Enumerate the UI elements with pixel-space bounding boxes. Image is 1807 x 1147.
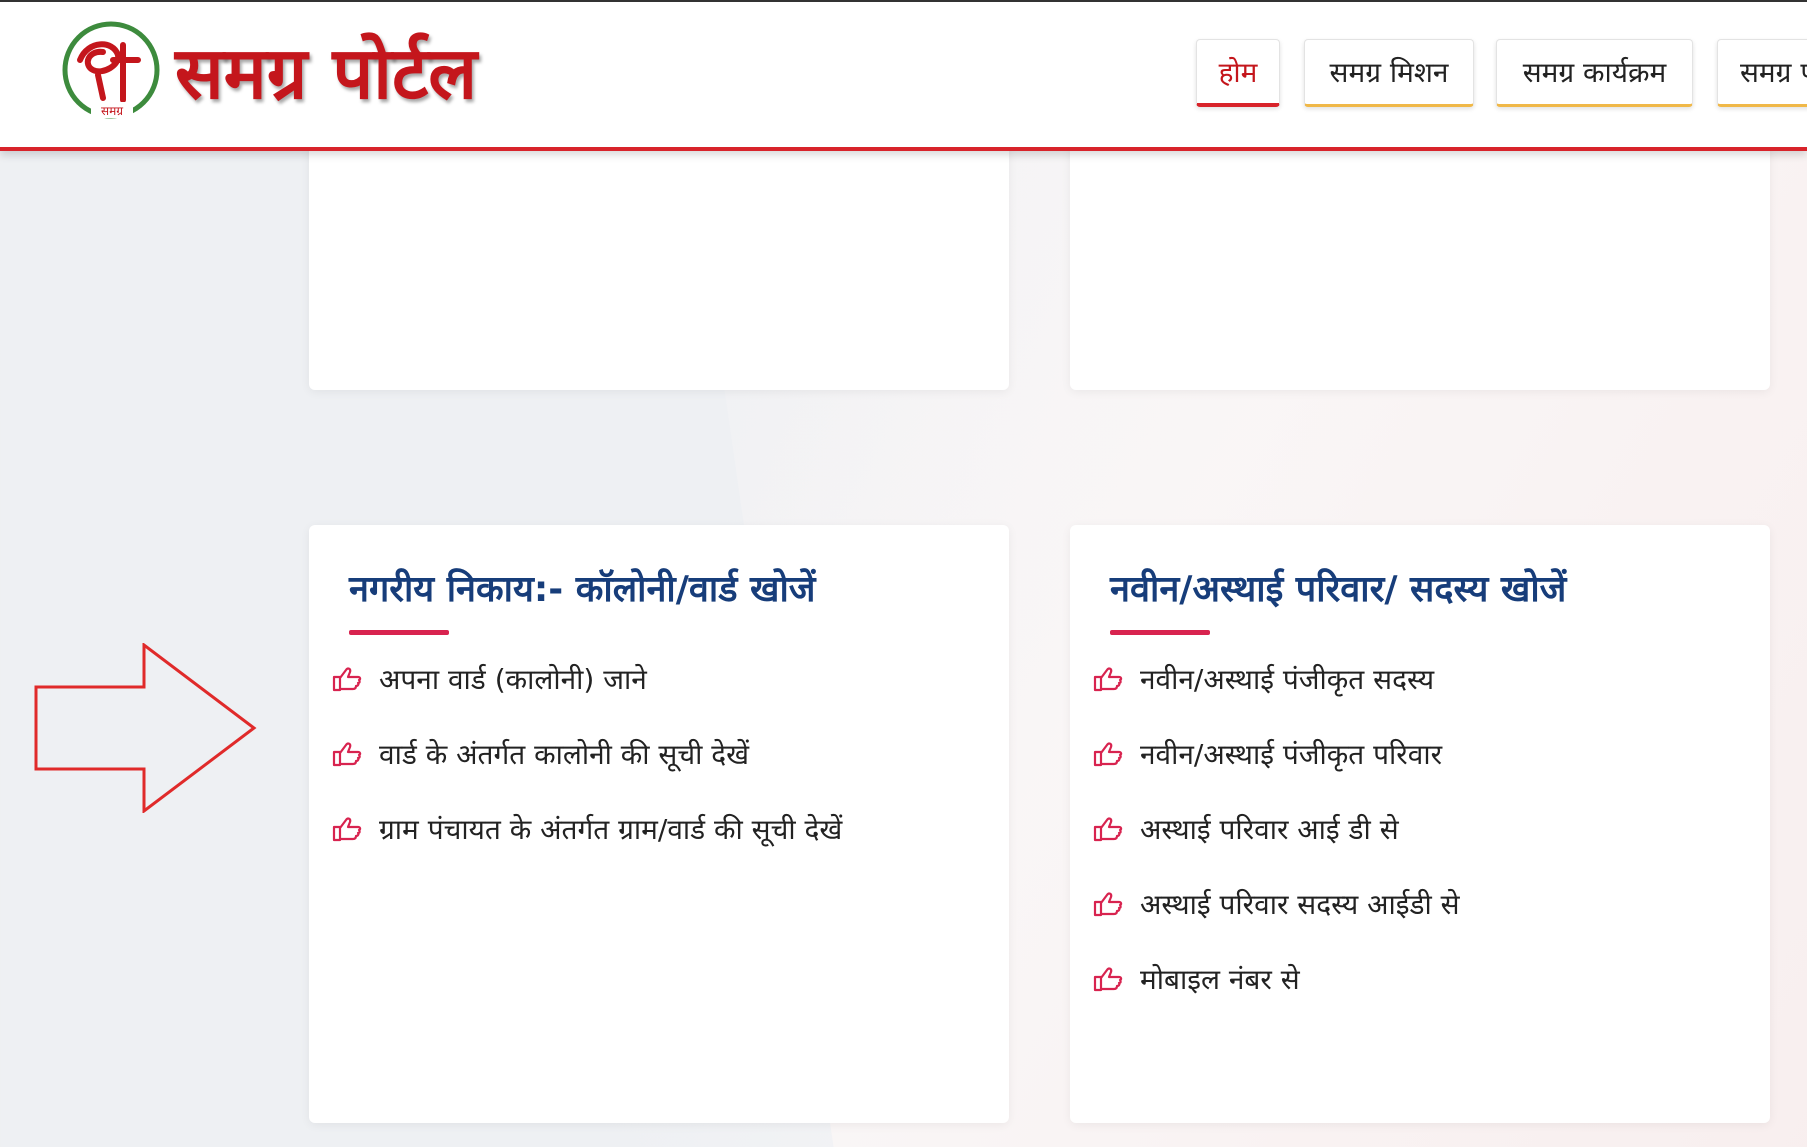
list-item[interactable]: अपना वार्ड (कालोनी) जाने [331, 660, 647, 698]
pointing-hand-icon [1093, 742, 1123, 767]
list-item[interactable]: अस्थाई परिवार आई डी से [1092, 810, 1399, 848]
samagra-logo-icon[interactable]: समग्र [58, 20, 164, 126]
list-item[interactable]: नवीन/अस्थाई पंजीकृत सदस्य [1092, 660, 1434, 698]
site-header: समग्र समग्र पोर्टल होम समग्र मिशन समग्र … [0, 0, 1807, 151]
list-item-label: वार्ड के अंतर्गत कालोनी की सूची देखें [379, 738, 750, 771]
list-item[interactable]: अस्थाई परिवार सदस्य आईडी से [1092, 885, 1460, 923]
pointing-hand-icon [332, 742, 362, 767]
list-item-label: नवीन/अस्थाई पंजीकृत सदस्य [1140, 663, 1435, 696]
right-arrow-icon [34, 643, 257, 813]
nav-samagra-program[interactable]: समग्र कार्यक्रम [1496, 39, 1693, 107]
title-underline [349, 630, 449, 635]
list-item[interactable]: वार्ड के अंतर्गत कालोनी की सूची देखें [331, 735, 749, 773]
list-item-label: नवीन/अस्थाई पंजीकृत परिवार [1140, 738, 1443, 771]
title-underline [1110, 630, 1210, 635]
pointing-hand-icon [1093, 892, 1123, 917]
pointing-hand-icon [332, 817, 362, 842]
site-brand-title[interactable]: समग्र पोर्टल [175, 22, 477, 120]
nav-samagra-more[interactable]: समग्र प [1717, 39, 1807, 107]
logo-caption: समग्र [101, 104, 123, 118]
list-item-label: अपना वार्ड (कालोनी) जाने [379, 663, 647, 696]
pointing-hand-icon [1093, 667, 1123, 692]
pointing-hand-icon [332, 667, 362, 692]
nav-home[interactable]: होम [1196, 39, 1280, 107]
card-top-right [1070, 120, 1770, 390]
card-temp-family-search: नवीन/अस्थाई परिवार/ सदस्य खोजें नवीन/अस्… [1070, 525, 1770, 1123]
list-item-label: ग्राम पंचायत के अंतर्गत ग्राम/वार्ड की स… [379, 813, 843, 846]
card-top-left [309, 120, 1009, 390]
pointing-hand-icon [1093, 817, 1123, 842]
card-urban-ward-search: नगरीय निकाय:- कॉलोनी/वार्ड खोजें अपना वा… [309, 525, 1009, 1123]
card-title: नगरीय निकाय:- कॉलोनी/वार्ड खोजें [349, 569, 816, 610]
list-item-label: अस्थाई परिवार सदस्य आईडी से [1140, 888, 1460, 921]
list-item[interactable]: मोबाइल नंबर से [1092, 960, 1300, 998]
list-item-label: मोबाइल नंबर से [1140, 963, 1300, 996]
pointing-hand-icon [1093, 967, 1123, 992]
card-title: नवीन/अस्थाई परिवार/ सदस्य खोजें [1110, 569, 1567, 610]
nav-samagra-mission[interactable]: समग्र मिशन [1304, 39, 1474, 107]
list-item-label: अस्थाई परिवार आई डी से [1140, 813, 1399, 846]
list-item[interactable]: नवीन/अस्थाई पंजीकृत परिवार [1092, 735, 1442, 773]
list-item[interactable]: ग्राम पंचायत के अंतर्गत ग्राम/वार्ड की स… [331, 810, 842, 848]
